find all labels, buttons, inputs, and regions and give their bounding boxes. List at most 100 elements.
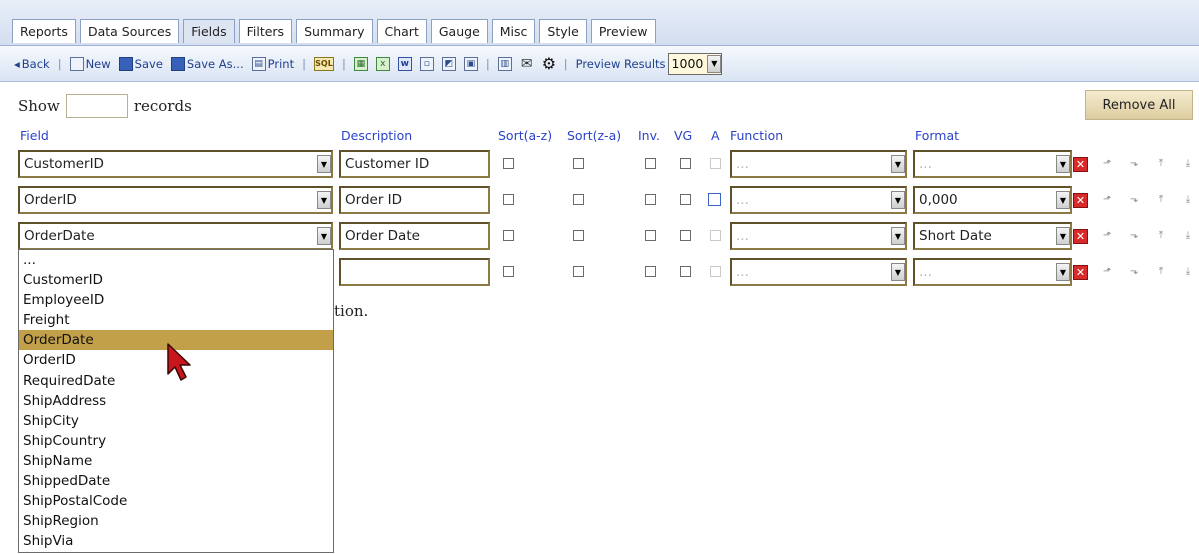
tab-reports[interactable]: Reports: [12, 19, 76, 43]
inv-checkbox[interactable]: [645, 158, 656, 169]
list-item[interactable]: ShipAddress: [19, 391, 333, 411]
tab-summary[interactable]: Summary: [296, 19, 373, 43]
export-html-button[interactable]: ▣: [463, 56, 478, 71]
header-field: Field: [20, 128, 49, 143]
sort-az-checkbox[interactable]: [503, 266, 514, 277]
move-down-icon[interactable]: ⬎: [1127, 229, 1141, 243]
format-select[interactable]: ... ▼: [913, 258, 1072, 286]
inv-checkbox[interactable]: [645, 266, 656, 277]
move-top-icon[interactable]: ⤒: [1154, 265, 1168, 279]
function-select[interactable]: ... ▼: [730, 258, 907, 286]
move-down-icon[interactable]: ⬎: [1127, 265, 1141, 279]
move-up-icon[interactable]: ⬏: [1100, 265, 1114, 279]
printer-icon: ▤: [251, 56, 266, 71]
tab-preview[interactable]: Preview: [590, 19, 656, 43]
remove-all-button[interactable]: Remove All: [1085, 90, 1193, 120]
vg-checkbox[interactable]: [680, 230, 691, 241]
export-word-button[interactable]: w: [397, 56, 412, 71]
new-button[interactable]: New: [69, 56, 111, 71]
move-down-icon[interactable]: ⬎: [1127, 157, 1141, 171]
list-item[interactable]: ...: [19, 250, 333, 270]
settings-button[interactable]: ⚙: [542, 55, 556, 71]
list-item[interactable]: ShipCity: [19, 411, 333, 431]
list-item[interactable]: ShipRegion: [19, 511, 333, 531]
back-label: Back: [21, 56, 50, 71]
sort-az-checkbox[interactable]: [503, 230, 514, 241]
move-up-icon[interactable]: ⬏: [1100, 157, 1114, 171]
format-select[interactable]: 0,000 ▼: [913, 186, 1072, 214]
tab-style[interactable]: Style: [539, 19, 587, 43]
email-button[interactable]: ✉: [520, 57, 534, 71]
sort-za-checkbox[interactable]: [573, 158, 584, 169]
sort-az-checkbox[interactable]: [503, 194, 514, 205]
move-bottom-icon[interactable]: ⤓: [1181, 157, 1195, 171]
list-item[interactable]: ShipVia: [19, 531, 333, 551]
tab-misc[interactable]: Misc: [491, 19, 536, 43]
function-select[interactable]: ... ▼: [730, 222, 907, 250]
sql-button[interactable]: SQL: [313, 56, 334, 71]
list-item[interactable]: ShippedDate: [19, 471, 333, 491]
move-bottom-icon[interactable]: ⤓: [1181, 265, 1195, 279]
move-top-icon[interactable]: ⤒: [1154, 229, 1168, 243]
sort-za-checkbox[interactable]: [573, 266, 584, 277]
inv-checkbox[interactable]: [645, 194, 656, 205]
description-input[interactable]: [339, 258, 490, 286]
delete-row-icon[interactable]: ✕: [1073, 157, 1088, 172]
move-bottom-icon[interactable]: ⤓: [1181, 193, 1195, 207]
move-down-icon[interactable]: ⬎: [1127, 193, 1141, 207]
save-as-button[interactable]: Save As...: [170, 56, 244, 71]
tab-gauge[interactable]: Gauge: [430, 19, 488, 43]
a-checkbox[interactable]: [710, 158, 721, 169]
description-input[interactable]: Order ID: [339, 186, 490, 214]
move-top-icon[interactable]: ⤒: [1154, 157, 1168, 171]
description-input[interactable]: Customer ID: [339, 150, 490, 178]
a-checkbox[interactable]: [710, 266, 721, 277]
a-checkbox[interactable]: [710, 230, 721, 241]
tab-fields[interactable]: Fields: [183, 19, 235, 43]
move-up-icon[interactable]: ⬏: [1100, 193, 1114, 207]
function-select[interactable]: ... ▼: [730, 150, 907, 178]
delete-row-icon[interactable]: ✕: [1073, 265, 1088, 280]
list-item[interactable]: ShipName: [19, 451, 333, 471]
a-checkbox[interactable]: [708, 193, 721, 206]
move-top-icon[interactable]: ⤒: [1154, 193, 1168, 207]
records-count-input[interactable]: [65, 94, 128, 118]
export-excel-button[interactable]: x: [375, 56, 390, 71]
sort-za-checkbox[interactable]: [573, 194, 584, 205]
vg-checkbox[interactable]: [680, 266, 691, 277]
tab-data-sources[interactable]: Data Sources: [79, 19, 180, 43]
save-button[interactable]: Save: [118, 56, 163, 71]
print-button[interactable]: ▤ Print: [251, 56, 294, 71]
sort-az-checkbox[interactable]: [503, 158, 514, 169]
export-csv-button[interactable]: ▦: [353, 56, 368, 71]
field-select[interactable]: CustomerID ▼: [18, 150, 333, 178]
function-select[interactable]: ... ▼: [730, 186, 907, 214]
vg-checkbox[interactable]: [680, 194, 691, 205]
header-sort-az: Sort(a-z): [498, 128, 553, 143]
list-item[interactable]: ShipPostalCode: [19, 491, 333, 511]
list-item[interactable]: EmployeeID: [19, 290, 333, 310]
move-bottom-icon[interactable]: ⤓: [1181, 229, 1195, 243]
tab-chart[interactable]: Chart: [376, 19, 427, 43]
list-item[interactable]: Freight: [19, 310, 333, 330]
field-select[interactable]: OrderID ▼: [18, 186, 333, 214]
format-select[interactable]: ... ▼: [913, 150, 1072, 178]
list-item[interactable]: ShipCountry: [19, 431, 333, 451]
delete-row-icon[interactable]: ✕: [1073, 193, 1088, 208]
layout-button[interactable]: ▥: [497, 56, 512, 71]
sort-za-checkbox[interactable]: [573, 230, 584, 241]
format-select[interactable]: Short Date ▼: [913, 222, 1072, 250]
export-image-button[interactable]: ◩: [441, 56, 456, 71]
description-input[interactable]: Order Date: [339, 222, 490, 250]
tab-filters[interactable]: Filters: [238, 19, 293, 43]
vg-checkbox[interactable]: [680, 158, 691, 169]
back-button[interactable]: ◂ Back: [14, 57, 50, 71]
list-item[interactable]: CustomerID: [19, 270, 333, 290]
inv-checkbox[interactable]: [645, 230, 656, 241]
preview-results-select[interactable]: 1000 ▼: [667, 52, 723, 75]
export-pdf-button[interactable]: ▫: [419, 56, 434, 71]
delete-row-icon[interactable]: ✕: [1073, 229, 1088, 244]
field-options-list[interactable]: ... CustomerID EmployeeID Freight OrderD…: [18, 249, 334, 553]
move-up-icon[interactable]: ⬏: [1100, 229, 1114, 243]
field-select[interactable]: OrderDate ▼: [18, 222, 333, 250]
